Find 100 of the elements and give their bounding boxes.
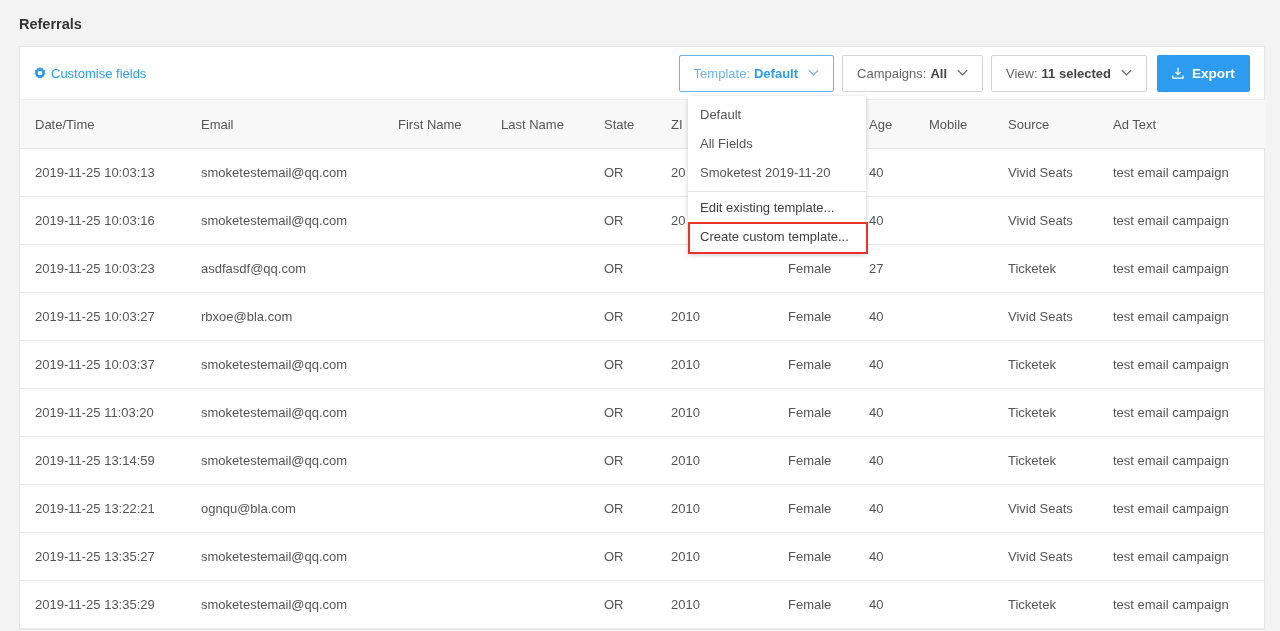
table-cell: asdfasdf@qq.com (201, 261, 306, 276)
table-cell: Female (788, 309, 832, 324)
column-header[interactable]: ZI (671, 116, 683, 132)
table-cell: 20 (671, 213, 686, 228)
table-cell: smoketestemail@qq.com (201, 453, 348, 468)
table-cell: 40 (869, 549, 884, 564)
table-cell: test email campaign (1113, 309, 1229, 324)
table-cell: test email campaign (1113, 549, 1229, 564)
table-cell: OR (604, 597, 624, 612)
table-cell: 2019-11-25 11:03:20 (35, 405, 154, 420)
table-cell: test email campaign (1113, 213, 1229, 228)
table-cell: Vivid Seats (1008, 165, 1073, 180)
column-header[interactable]: Email (201, 116, 234, 132)
table-cell: Vivid Seats (1008, 549, 1073, 564)
table-cell: test email campaign (1113, 165, 1229, 180)
table-cell: OR (604, 501, 624, 516)
table-cell: OR (604, 213, 624, 228)
table-cell: 2019-11-25 10:03:13 (35, 165, 155, 180)
table-cell: test email campaign (1113, 357, 1229, 372)
table-cell: Ticketek (1008, 405, 1056, 420)
table-cell: Ticketek (1008, 597, 1056, 612)
table-cell: smoketestemail@qq.com (201, 213, 348, 228)
table-cell: 2019-11-25 13:14:59 (35, 453, 155, 468)
table-cell: 40 (869, 357, 884, 372)
table-cell: 40 (869, 213, 884, 228)
table-cell: OR (604, 165, 624, 180)
table-cell: 2010 (671, 357, 700, 372)
table-cell: OR (604, 549, 624, 564)
table-cell: Female (788, 261, 832, 276)
chevron-down-icon (808, 69, 820, 77)
table-cell: Female (788, 453, 832, 468)
download-icon (1172, 67, 1185, 79)
table-cell: OR (604, 357, 624, 372)
table-cell: 2019-11-25 13:35:27 (35, 549, 155, 564)
filter-dropdown[interactable]: View: 11 selected (991, 54, 1147, 92)
table-cell: Vivid Seats (1008, 309, 1073, 324)
table-cell: OR (604, 309, 624, 324)
column-header[interactable]: Source (1008, 116, 1050, 132)
table-cell: Female (788, 357, 832, 372)
table-cell: Vivid Seats (1008, 213, 1073, 228)
table-cell: 2010 (671, 405, 700, 420)
chevron-down-icon (957, 69, 969, 77)
column-header[interactable]: Last Name (501, 116, 564, 132)
table-cell: 2010 (671, 597, 700, 612)
table-cell: 2019-11-25 10:03:23 (35, 261, 155, 276)
chevron-down-icon (1121, 69, 1132, 77)
table-cell: 40 (869, 453, 884, 468)
table-cell: smoketestemail@qq.com (201, 549, 348, 564)
menu-item[interactable]: Default (688, 100, 866, 129)
table-cell: test email campaign (1113, 501, 1229, 516)
table-cell: 40 (869, 405, 884, 420)
filter-dropdown[interactable]: Campaigns: All (842, 54, 984, 92)
table-cell: 40 (869, 597, 884, 612)
menu-item[interactable]: Edit existing template... (688, 193, 866, 222)
settings-icon (34, 67, 46, 79)
table-cell: Ticketek (1008, 357, 1056, 372)
table-cell: Vivid Seats (1008, 501, 1073, 516)
table-cell: ognqu@bla.com (201, 501, 296, 516)
table-cell: OR (604, 405, 624, 420)
table-cell: smoketestemail@qq.com (201, 357, 348, 372)
table-cell: smoketestemail@qq.com (201, 405, 348, 420)
table-cell: smoketestemail@qq.com (201, 165, 348, 180)
table-cell: Ticketek (1008, 453, 1056, 468)
column-header[interactable]: Date/Time (35, 116, 95, 132)
table-cell: 2019-11-25 10:03:16 (35, 213, 155, 228)
table-cell: test email campaign (1113, 597, 1229, 612)
column-header[interactable]: First Name (398, 116, 462, 132)
table-cell: 2019-11-25 13:22:21 (35, 501, 155, 516)
table-cell: 2010 (671, 453, 700, 468)
table-cell: Female (788, 549, 832, 564)
table-cell: 40 (869, 165, 884, 180)
column-header[interactable]: Mobile (929, 116, 968, 132)
table-cell: 27 (869, 261, 884, 276)
menu-item[interactable]: Create custom template... (688, 222, 868, 254)
menu-item[interactable]: All Fields (688, 129, 866, 158)
table-cell: 2019-11-25 13:35:29 (35, 597, 155, 612)
column-header[interactable]: State (604, 116, 635, 132)
table-cell: 2010 (671, 501, 700, 516)
table-cell: 40 (869, 309, 884, 324)
table-cell: 20 (671, 165, 686, 180)
menu-item[interactable]: Smoketest 2019-11-20 (688, 158, 866, 187)
table-cell: Female (788, 597, 832, 612)
table-cell: Female (788, 501, 832, 516)
table-cell: test email campaign (1113, 261, 1229, 276)
table-cell: 2019-11-25 10:03:27 (35, 309, 155, 324)
table-cell: test email campaign (1113, 405, 1229, 420)
column-header[interactable]: Ad Text (1113, 116, 1157, 132)
table-cell: rbxoe@bla.com (201, 309, 293, 324)
table-cell: 2010 (671, 309, 700, 324)
page-title: Referrals (19, 15, 83, 34)
table-cell: smoketestemail@qq.com (201, 597, 348, 612)
table-cell: 40 (869, 501, 884, 516)
table-cell: Female (788, 405, 832, 420)
table-cell: 2010 (671, 549, 700, 564)
table-cell: OR (604, 453, 624, 468)
table-cell: 2019-11-25 10:03:37 (35, 357, 155, 372)
table-cell: test email campaign (1113, 453, 1229, 468)
table-cell: OR (604, 261, 624, 276)
table-cell: Ticketek (1008, 261, 1056, 276)
column-header[interactable]: Age (869, 116, 893, 132)
